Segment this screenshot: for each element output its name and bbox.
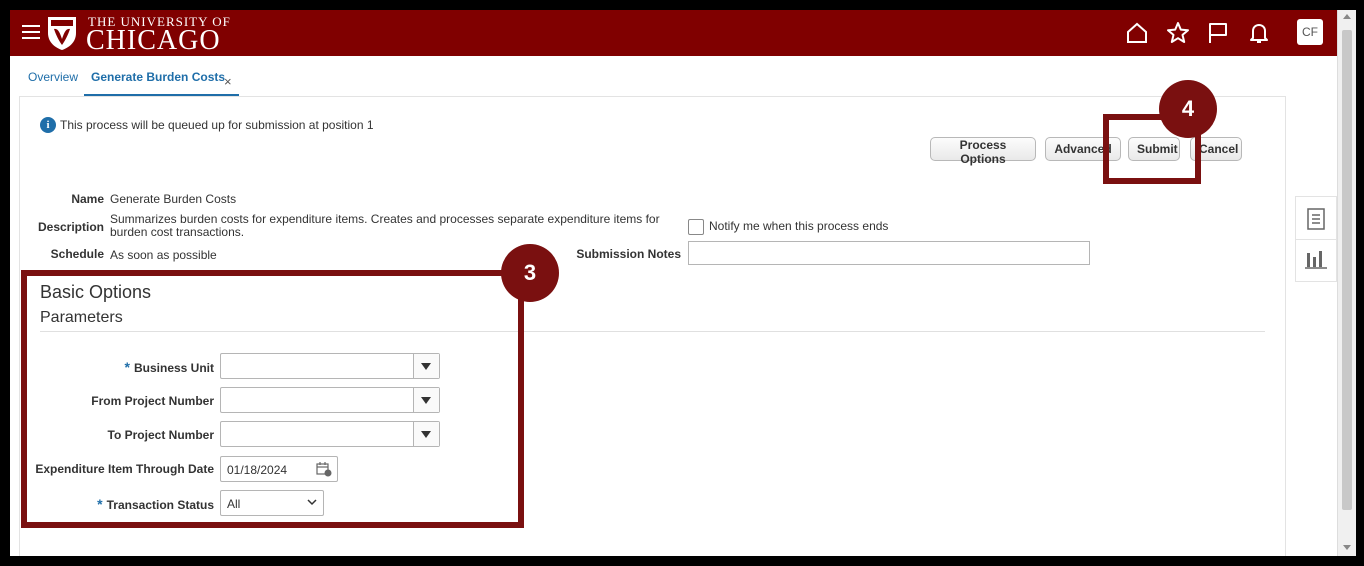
bar-chart-icon[interactable] — [1304, 247, 1328, 271]
process-options-button[interactable]: Process Options — [930, 137, 1036, 166]
user-avatar[interactable]: CF — [1297, 19, 1323, 45]
university-logo[interactable]: THE UNIVERSITY OF CHICAGO — [46, 13, 256, 56]
logo-bottom-text: CHICAGO — [86, 25, 221, 56]
top-bar: THE UNIVERSITY OF CHICAGO CF — [10, 10, 1337, 56]
callout-box-step-3 — [21, 270, 524, 528]
info-text: This process will be queued up for submi… — [60, 118, 374, 132]
menu-icon[interactable] — [22, 22, 42, 42]
vertical-scrollbar[interactable] — [1337, 10, 1356, 556]
info-icon: i — [40, 117, 56, 133]
app-window: THE UNIVERSITY OF CHICAGO CF Overview Ge… — [10, 10, 1356, 556]
side-toolbar — [1295, 196, 1337, 282]
scrollbar-thumb[interactable] — [1342, 30, 1352, 510]
notify-label: Notify me when this process ends — [709, 219, 889, 233]
schedule-label: Schedule — [50, 247, 104, 261]
schedule-value: As soon as possible — [110, 248, 217, 262]
description-value: Summarizes burden costs for expenditure … — [110, 212, 660, 239]
tab-bar: Overview Generate Burden Costs × — [10, 56, 1337, 96]
tab-generate-burden-costs[interactable]: Generate Burden Costs — [91, 70, 225, 84]
tab-overview[interactable]: Overview — [28, 70, 78, 84]
submission-notes-input[interactable] — [688, 241, 1090, 265]
flag-icon[interactable] — [1205, 20, 1231, 46]
star-icon[interactable] — [1165, 20, 1191, 46]
name-label: Name — [71, 192, 104, 206]
home-icon[interactable] — [1124, 20, 1150, 46]
crest-icon — [48, 17, 76, 50]
submission-notes-label: Submission Notes — [576, 247, 681, 261]
scroll-up-icon[interactable] — [1343, 14, 1351, 19]
name-value: Generate Burden Costs — [110, 192, 237, 206]
notify-checkbox[interactable] — [688, 219, 704, 235]
toolbar-divider — [1296, 239, 1336, 240]
step-3-badge: 3 — [501, 244, 559, 302]
step-4-badge: 4 — [1159, 80, 1217, 138]
description-label: Description — [37, 220, 104, 234]
scroll-down-icon[interactable] — [1343, 545, 1351, 550]
bell-icon[interactable] — [1246, 20, 1272, 46]
close-icon[interactable]: × — [224, 74, 232, 89]
document-icon[interactable] — [1306, 207, 1326, 231]
